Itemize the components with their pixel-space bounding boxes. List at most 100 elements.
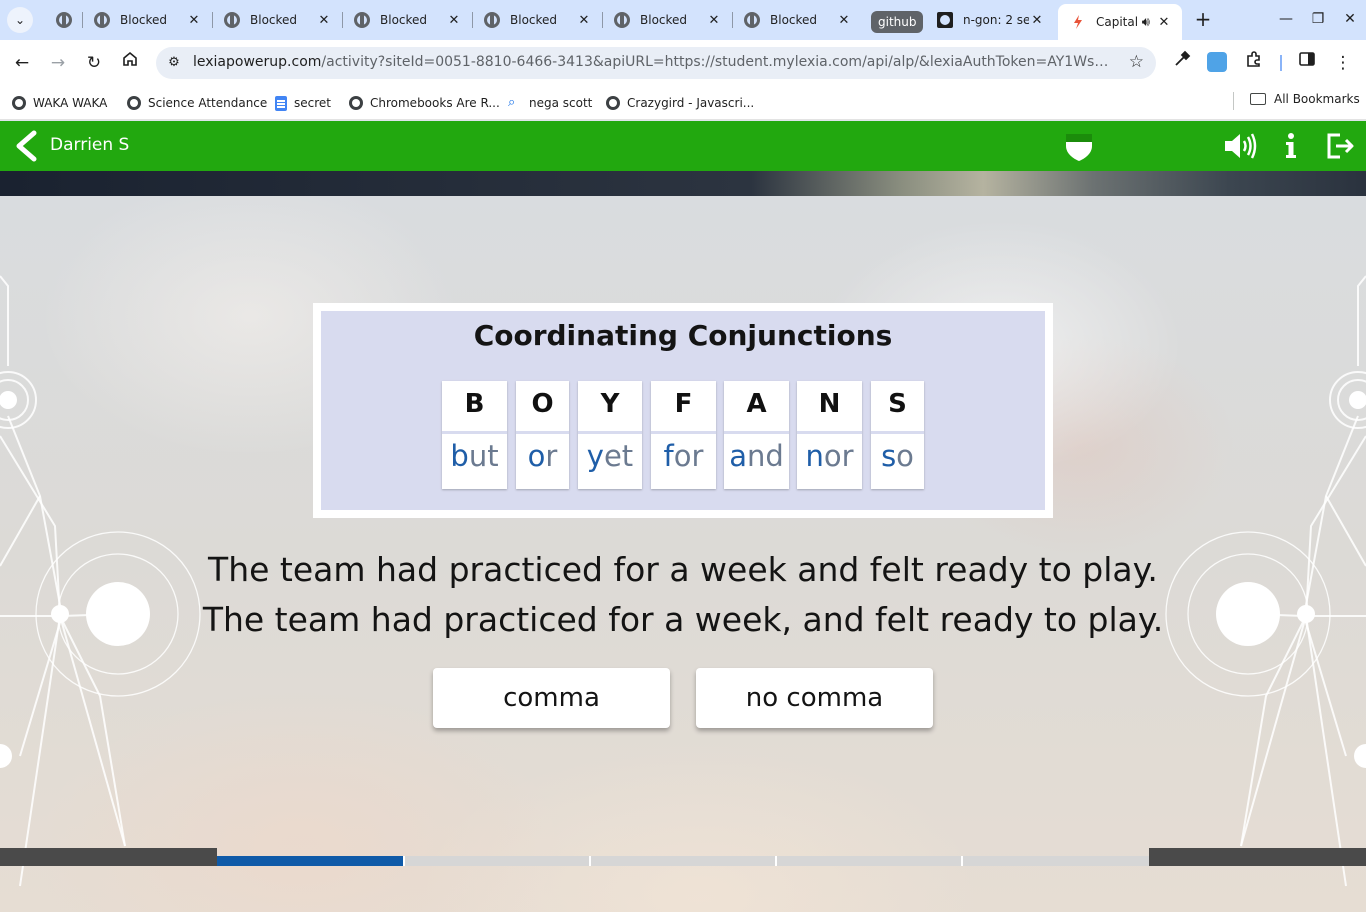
home-button[interactable] xyxy=(117,50,143,76)
tab-title: Blocked xyxy=(510,13,558,27)
url-path: /activity?siteId=0051-8810-6466-3413&api… xyxy=(321,54,1118,70)
conjunction-tile: F for xyxy=(651,381,716,489)
bookmark-item[interactable]: Science Attendance xyxy=(127,92,267,114)
close-icon[interactable]: ✕ xyxy=(576,13,592,28)
all-bookmarks-label: All Bookmarks xyxy=(1274,92,1360,106)
bookmark-item[interactable]: ⌕ nega scott xyxy=(508,92,592,114)
browser-tab[interactable]: Blocked ✕ xyxy=(82,4,212,36)
bookmark-label: Crazygird - Javascri... xyxy=(627,96,755,110)
conjunction-tile: N nor xyxy=(797,381,862,489)
conjunctions-card: Coordinating Conjunctions B but O or Y y… xyxy=(313,303,1053,518)
info-icon[interactable] xyxy=(1282,130,1300,162)
browser-tab-active[interactable]: Capital 🔊︎ ✕ xyxy=(1058,4,1182,40)
reload-button[interactable]: ↻ xyxy=(81,50,107,76)
tile-letter: S xyxy=(888,389,907,419)
globe-icon xyxy=(12,96,26,110)
volume-icon[interactable] xyxy=(1223,130,1259,162)
no-comma-button[interactable]: no comma xyxy=(696,668,933,728)
globe-icon xyxy=(606,96,620,110)
bookmarks-bar: WAKA WAKA Science Attendance secret Chro… xyxy=(0,86,1366,120)
sentence-with-comma: The team had practiced for a week, and f… xyxy=(202,600,1164,639)
tab-title: Capital xyxy=(1096,15,1139,29)
close-icon[interactable]: ✕ xyxy=(186,13,202,28)
eyedropper-icon[interactable] xyxy=(1169,50,1195,76)
speaker-icon[interactable]: 🔊︎ xyxy=(1142,15,1150,30)
bookmark-item[interactable]: secret xyxy=(275,92,331,114)
browser-tab[interactable]: Blocked ✕ xyxy=(472,4,602,36)
address-bar[interactable]: ⚙ lexiapowerup.com/activity?siteId=0051-… xyxy=(156,47,1156,79)
browser-tab[interactable]: Blocked ✕ xyxy=(212,4,342,36)
side-panel-icon[interactable] xyxy=(1294,50,1320,76)
all-bookmarks-button[interactable]: All Bookmarks xyxy=(1250,92,1360,106)
globe-icon xyxy=(744,12,760,28)
tab-title: Blocked xyxy=(380,13,428,27)
browser-tab[interactable]: n-gon: 2 se ✕ xyxy=(925,4,1055,36)
bookmark-item[interactable]: Chromebooks Are R... xyxy=(349,92,500,114)
conjunction-tile: S so xyxy=(871,381,924,489)
app-header: Darrien S xyxy=(0,121,1366,171)
back-button[interactable]: ← xyxy=(9,50,35,76)
tab-pinned[interactable] xyxy=(44,4,84,36)
close-icon[interactable]: ✕ xyxy=(1029,13,1045,28)
tile-word: and xyxy=(729,439,784,473)
close-icon[interactable]: ✕ xyxy=(446,13,462,28)
back-chevron-icon[interactable] xyxy=(12,130,40,162)
tab-title: Blocked xyxy=(640,13,688,27)
close-icon[interactable]: ✕ xyxy=(1156,15,1172,30)
tab-group-chip[interactable]: github xyxy=(871,11,924,33)
conjunctions-card-body: Coordinating Conjunctions B but O or Y y… xyxy=(321,311,1045,510)
url-text[interactable]: lexiapowerup.com/activity?siteId=0051-88… xyxy=(193,54,1118,70)
card-title: Coordinating Conjunctions xyxy=(473,319,893,352)
tile-letter: B xyxy=(464,389,485,419)
browser-tab[interactable]: Blocked ✕ xyxy=(602,4,732,36)
bookmark-label: nega scott xyxy=(529,96,593,110)
home-icon xyxy=(123,51,137,66)
close-icon[interactable]: ✕ xyxy=(706,13,722,28)
bookmark-label: WAKA WAKA xyxy=(33,96,108,110)
menu-kebab-icon[interactable]: ⋮ xyxy=(1330,50,1356,76)
browser-toolbar: ← → ↻ ⚙ lexiapowerup.com/activity?siteId… xyxy=(0,40,1366,86)
progress-bar-cap-left xyxy=(0,848,217,866)
site-info-icon[interactable]: ⚙ xyxy=(164,53,184,73)
app-banner-strip xyxy=(0,171,1366,196)
bookmark-item[interactable]: Crazygird - Javascri... xyxy=(606,92,754,114)
tile-word: but xyxy=(450,439,499,473)
extension-icon[interactable] xyxy=(1207,52,1227,72)
comma-button[interactable]: comma xyxy=(433,668,670,728)
conjunction-tile: O or xyxy=(516,381,569,489)
conjunction-tile: Y yet xyxy=(578,381,642,489)
tab-title: Blocked xyxy=(250,13,298,27)
close-icon[interactable]: ✕ xyxy=(836,13,852,28)
globe-icon xyxy=(354,12,370,28)
tile-word: or xyxy=(527,439,558,473)
new-tab-button[interactable]: + xyxy=(1192,8,1214,32)
url-domain: lexiapowerup.com xyxy=(193,54,322,70)
globe-icon xyxy=(349,96,363,110)
globe-icon xyxy=(614,12,630,28)
browser-tab[interactable]: Blocked ✕ xyxy=(342,4,472,36)
lichess-icon xyxy=(937,12,953,28)
tile-letter: N xyxy=(818,389,841,419)
folder-icon xyxy=(1250,93,1266,105)
bookmark-label: Chromebooks Are R... xyxy=(370,96,500,110)
restore-button[interactable]: ❐ xyxy=(1304,6,1332,32)
tile-word: for xyxy=(663,439,704,473)
bookmark-star-icon[interactable]: ☆ xyxy=(1129,52,1144,72)
close-icon[interactable]: ✕ xyxy=(316,13,332,28)
extensions-puzzle-icon[interactable] xyxy=(1241,50,1267,76)
forward-button[interactable]: → xyxy=(45,50,71,76)
tab-search-button[interactable]: ⌄ xyxy=(7,7,33,33)
progress-bar-fill xyxy=(217,856,404,866)
close-window-button[interactable]: ✕ xyxy=(1336,6,1364,32)
bookmark-item[interactable]: WAKA WAKA xyxy=(12,92,107,114)
conjunction-tile: B but xyxy=(442,381,507,489)
browser-tab[interactable]: Blocked ✕ xyxy=(732,4,862,36)
sentence-no-comma: The team had practiced for a week and fe… xyxy=(208,550,1158,589)
student-name: Darrien S xyxy=(50,135,130,155)
logout-icon[interactable] xyxy=(1326,130,1356,162)
tile-word: yet xyxy=(586,439,634,473)
activity-stage: Coordinating Conjunctions B but O or Y y… xyxy=(0,196,1366,912)
progress-bar-cap-right xyxy=(1149,848,1366,866)
minimize-button[interactable]: — xyxy=(1272,6,1300,32)
docs-icon xyxy=(275,95,287,111)
